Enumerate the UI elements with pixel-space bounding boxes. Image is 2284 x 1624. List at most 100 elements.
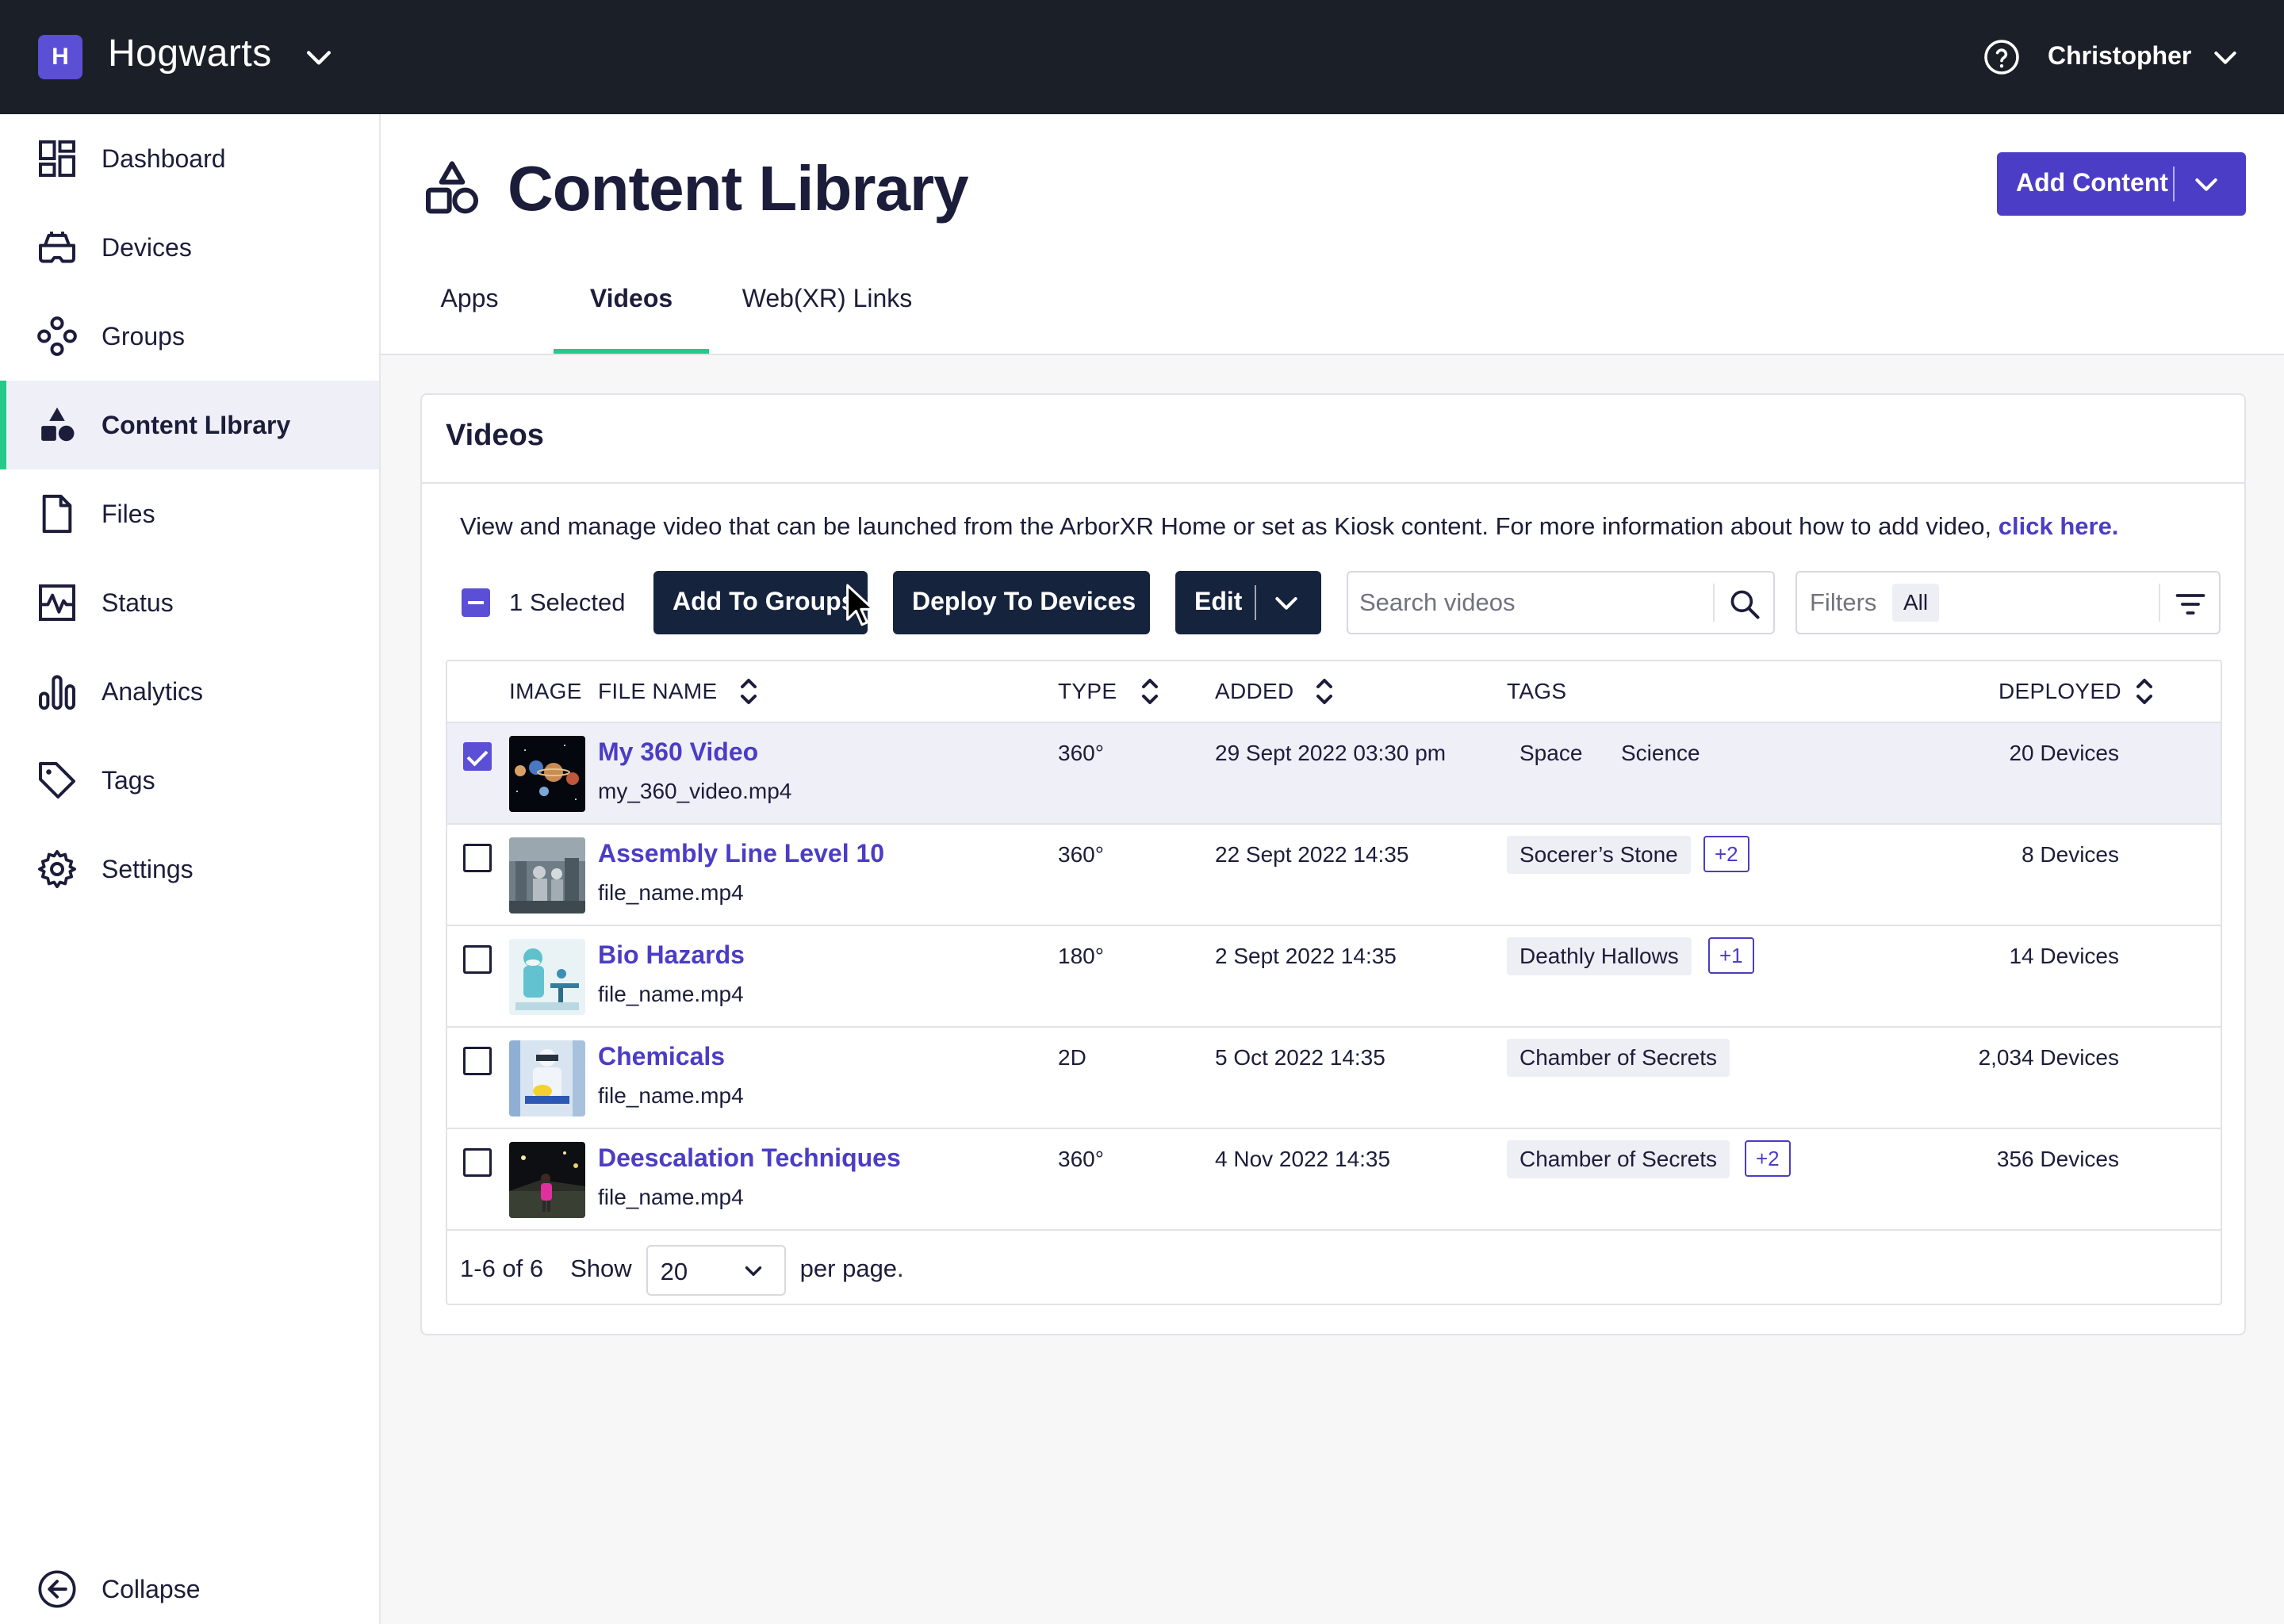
more-tags-badge[interactable]: +2 — [1745, 1140, 1791, 1177]
collapse-label: Collapse — [102, 1575, 201, 1603]
tag: Deathly Hallows — [1507, 937, 1692, 975]
video-name-link[interactable]: Bio Hazards — [598, 940, 745, 970]
column-header-tags: TAGS — [1507, 679, 1567, 703]
tab-webxr-links[interactable]: Web(XR) Links — [734, 284, 920, 354]
video-thumbnail[interactable] — [509, 1142, 585, 1218]
sort-icon[interactable] — [2133, 674, 2156, 709]
headset-icon — [39, 232, 75, 263]
search-field — [1347, 571, 1775, 634]
divider — [2159, 584, 2160, 622]
main-content: Content Library Add Content Apps Videos … — [381, 114, 2284, 1624]
filters-field[interactable]: Filters All — [1795, 571, 2221, 634]
org-name[interactable]: Hogwarts — [108, 32, 272, 75]
deployed-count: 8 Devices — [2021, 842, 2119, 867]
video-name-link[interactable]: Chemicals — [598, 1042, 725, 1071]
tab-apps[interactable]: Apps — [420, 284, 519, 354]
video-file-name: my_360_video.mp4 — [598, 779, 792, 803]
row-checkbox[interactable] — [463, 844, 492, 872]
column-header-file-name[interactable]: FILE NAME — [598, 679, 718, 704]
per-page-select[interactable]: 20 — [646, 1245, 786, 1296]
video-file-name: file_name.mp4 — [598, 982, 744, 1006]
deployed-count: 14 Devices — [2009, 944, 2119, 968]
mouse-cursor-icon — [846, 584, 875, 626]
user-chevron-down-icon[interactable] — [2209, 41, 2241, 73]
sidebar-item-label: Devices — [102, 232, 192, 262]
table-row[interactable]: Deescalation Techniques file_name.mp4 36… — [447, 1129, 2221, 1231]
sort-icon[interactable] — [1139, 674, 1161, 709]
divider — [422, 482, 2244, 484]
column-header-added[interactable]: ADDED — [1215, 679, 1294, 704]
sidebar-item-dashboard[interactable]: Dashboard — [0, 114, 379, 203]
video-added-date: 29 Sept 2022 03:30 pm — [1215, 741, 1447, 765]
sidebar-item-tags[interactable]: Tags — [0, 736, 379, 825]
bar-chart-icon — [39, 675, 75, 710]
add-content-button[interactable]: Add Content — [1997, 152, 2246, 216]
button-label: Add To Groups — [673, 587, 856, 615]
video-name-link[interactable]: Deescalation Techniques — [598, 1143, 901, 1173]
chevron-down-icon[interactable] — [2190, 168, 2222, 200]
help-link[interactable]: click here. — [1998, 512, 2119, 540]
more-tags-badge[interactable]: +2 — [1703, 836, 1749, 872]
sort-icon[interactable] — [1313, 674, 1336, 709]
video-type: 2D — [1058, 1045, 1086, 1070]
sidebar-item-label: Files — [102, 499, 155, 528]
org-chevron-down-icon[interactable] — [301, 40, 336, 75]
sidebar-item-label: Dashboard — [102, 144, 226, 173]
search-icon[interactable] — [1727, 587, 1762, 622]
sidebar-item-status[interactable]: Status — [0, 558, 379, 647]
table-row[interactable]: Assembly Line Level 10 file_name.mp4 360… — [447, 825, 2221, 926]
sidebar-item-devices[interactable]: Devices — [0, 203, 379, 292]
add-to-groups-button[interactable]: Add To Groups — [653, 571, 868, 634]
row-checkbox[interactable] — [463, 945, 492, 974]
gear-icon — [37, 849, 77, 889]
tag-icon — [39, 762, 75, 799]
video-thumbnail[interactable] — [509, 939, 585, 1015]
button-label: Deploy To Devices — [912, 587, 1136, 615]
deployed-count: 20 Devices — [2009, 741, 2119, 765]
video-name-link[interactable]: Assembly Line Level 10 — [598, 839, 884, 868]
table-row[interactable]: My 360 Video my_360_video.mp4 360° 29 Se… — [447, 723, 2221, 825]
sidebar-item-label: Status — [102, 588, 174, 617]
more-tags-badge[interactable]: +1 — [1708, 937, 1754, 974]
tab-videos[interactable]: Videos — [554, 284, 709, 354]
chevron-down-icon[interactable] — [1270, 587, 1302, 619]
page-title: Content Library — [508, 153, 969, 224]
sort-icon[interactable] — [738, 674, 760, 709]
video-file-name: file_name.mp4 — [598, 1083, 744, 1108]
org-logo[interactable]: H — [38, 35, 82, 79]
row-checkbox[interactable] — [463, 1047, 492, 1075]
selected-count: 1 Selected — [509, 588, 626, 616]
edit-button[interactable]: Edit — [1175, 571, 1321, 634]
active-tab-indicator — [554, 349, 709, 354]
row-checkbox[interactable] — [463, 742, 492, 771]
videos-card: Videos View and manage video that can be… — [420, 393, 2246, 1335]
select-all-checkbox[interactable] — [462, 588, 490, 617]
video-thumbnail[interactable] — [509, 837, 585, 914]
sidebar-item-content-library[interactable]: Content LIbrary — [0, 381, 379, 469]
sidebar-item-settings[interactable]: Settings — [0, 825, 379, 914]
sidebar-item-analytics[interactable]: Analytics — [0, 647, 379, 736]
sidebar-item-label: Tags — [102, 765, 155, 795]
tab-label: Web(XR) Links — [742, 284, 913, 312]
help-icon[interactable] — [1983, 38, 2021, 76]
sidebar-item-groups[interactable]: Groups — [0, 292, 379, 381]
deploy-to-devices-button[interactable]: Deploy To Devices — [893, 571, 1150, 634]
filter-icon[interactable] — [2173, 587, 2208, 622]
row-checkbox[interactable] — [463, 1148, 492, 1177]
table-row[interactable]: Chemicals file_name.mp4 2D 5 Oct 2022 14… — [447, 1028, 2221, 1129]
column-header-deployed[interactable]: DEPLOYED — [1998, 679, 2121, 704]
video-type: 360° — [1058, 1147, 1104, 1171]
table-row[interactable]: Bio Hazards file_name.mp4 180° 2 Sept 20… — [447, 926, 2221, 1028]
sidebar-item-files[interactable]: Files — [0, 469, 379, 558]
search-input[interactable] — [1359, 584, 1708, 622]
user-name[interactable]: Christopher — [2048, 41, 2191, 71]
sidebar-collapse-button[interactable]: Collapse — [0, 1559, 379, 1622]
video-thumbnail[interactable] — [509, 1040, 585, 1116]
column-header-type[interactable]: TYPE — [1058, 679, 1117, 704]
divider — [2173, 167, 2175, 201]
video-thumbnail[interactable] — [509, 736, 585, 812]
video-name-link[interactable]: My 360 Video — [598, 737, 758, 767]
filter-chip[interactable]: All — [1892, 584, 1940, 622]
video-file-name: file_name.mp4 — [598, 1185, 744, 1209]
file-icon — [42, 494, 72, 534]
